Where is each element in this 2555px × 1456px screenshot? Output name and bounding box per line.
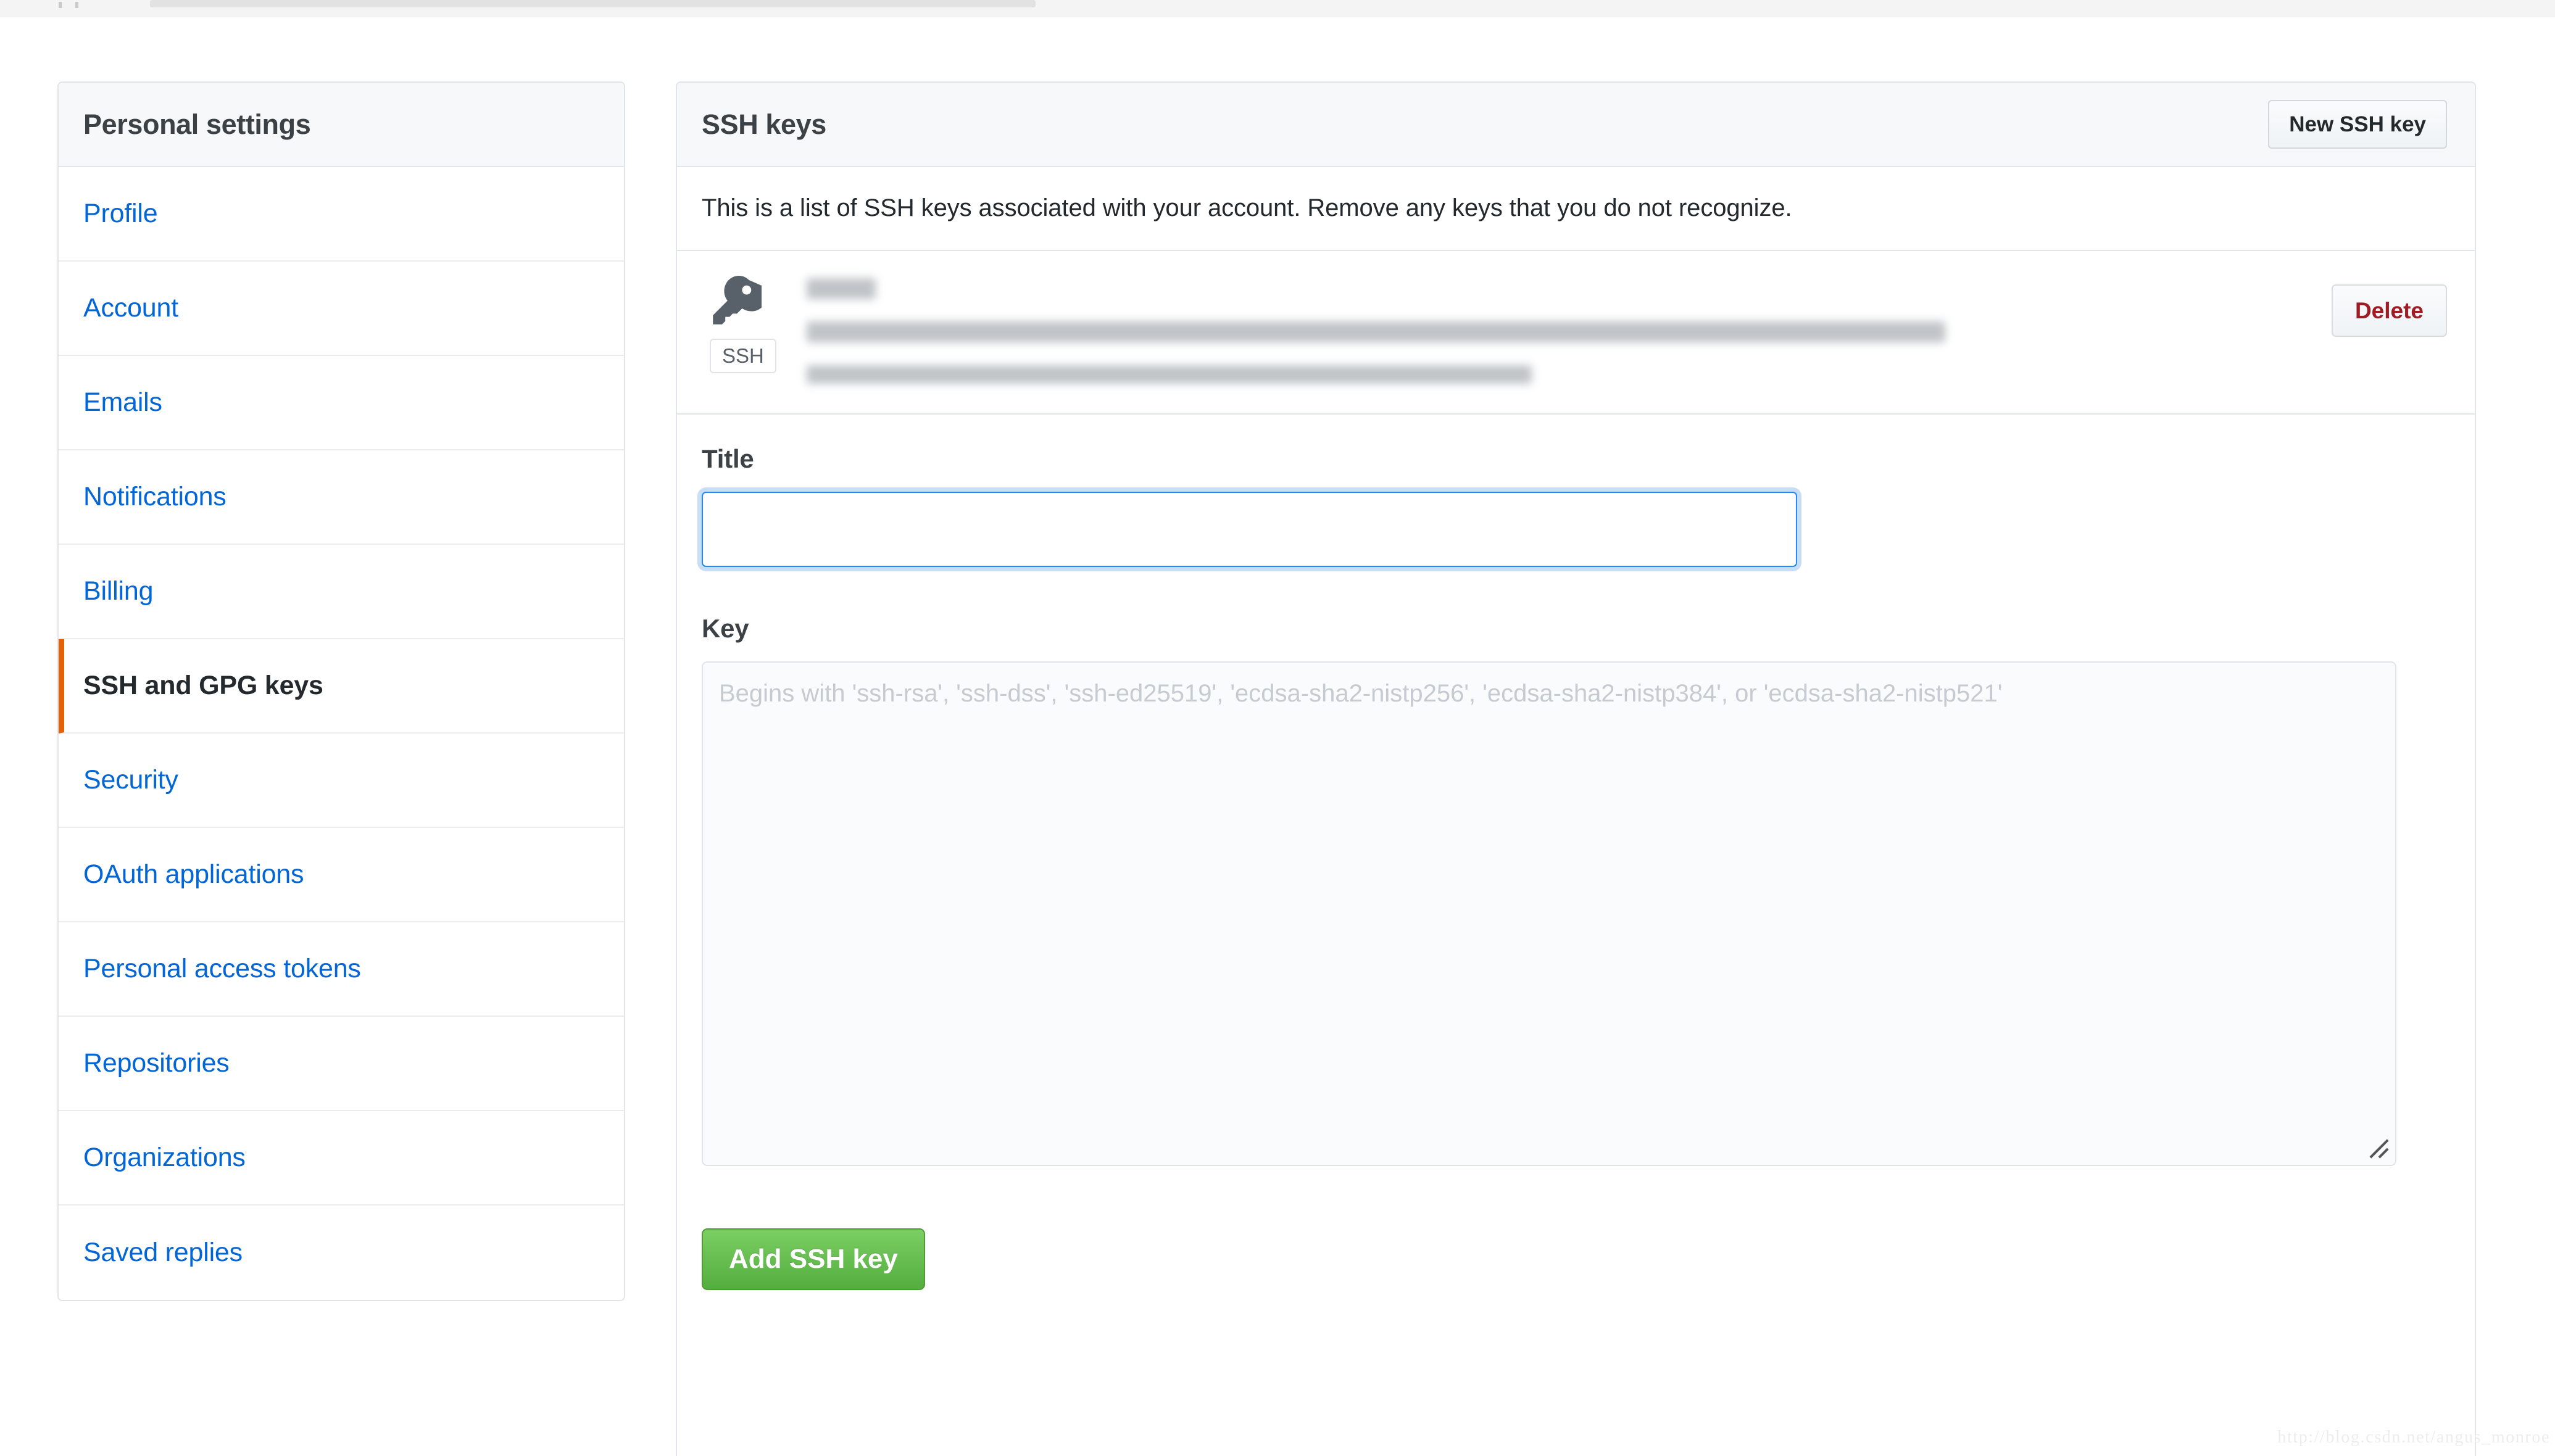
ssh-key-list-item: SSH Delete: [677, 251, 2475, 415]
title-input[interactable]: [702, 492, 1797, 567]
ssh-keys-panel-header: SSH keys New SSH key: [677, 83, 2475, 167]
sidebar-item-organizations[interactable]: Organizations: [59, 1111, 624, 1206]
sidebar-item-label: Emails: [83, 387, 162, 418]
new-ssh-key-button[interactable]: New SSH key: [2268, 100, 2447, 149]
ssh-keys-description: This is a list of SSH keys associated wi…: [677, 167, 2475, 251]
watermark-text: http://blog.csdn.net/angus_monroe: [2277, 1428, 2550, 1447]
sidebar-item-saved-replies[interactable]: Saved replies: [59, 1206, 624, 1300]
key-textarea[interactable]: [702, 661, 2396, 1166]
sidebar-item-notifications[interactable]: Notifications: [59, 450, 624, 545]
sidebar-item-label: Organizations: [83, 1143, 246, 1173]
sidebar-item-profile[interactable]: Profile: [59, 167, 624, 262]
ssh-key-details: [807, 276, 2332, 384]
sidebar-item-billing[interactable]: Billing: [59, 545, 624, 639]
delete-button[interactable]: Delete: [2332, 284, 2447, 337]
ssh-type-badge: SSH: [710, 339, 776, 373]
sidebar-item-label: Profile: [83, 199, 157, 229]
ssh-keys-panel: SSH keys New SSH key This is a list of S…: [676, 81, 2476, 1456]
ssh-key-title-redacted: [807, 278, 876, 299]
key-field-label: Key: [702, 614, 2447, 643]
add-ssh-key-button[interactable]: Add SSH key: [702, 1228, 925, 1290]
sidebar-header: Personal settings: [59, 83, 624, 167]
sidebar-item-security[interactable]: Security: [59, 734, 624, 828]
field-spacer: [702, 567, 2447, 614]
sidebar-item-label: Account: [83, 293, 178, 323]
browser-address-bar[interactable]: [150, 0, 1036, 7]
sidebar-item-label: Security: [83, 765, 178, 795]
sidebar-item-label: Repositories: [83, 1048, 230, 1078]
ssh-key-meta-redacted: [807, 365, 1532, 384]
sidebar-item-label: Saved replies: [83, 1238, 243, 1268]
sidebar-item-label: Billing: [83, 576, 153, 606]
sidebar-item-repositories[interactable]: Repositories: [59, 1017, 624, 1111]
sidebar-item-label: OAuth applications: [83, 859, 304, 890]
settings-page: Personal settings Profile Account Emails…: [0, 17, 2555, 1456]
browser-toolbar-icons: [59, 0, 96, 6]
key-icon: [710, 276, 762, 328]
sidebar-item-ssh-and-gpg-keys[interactable]: SSH and GPG keys: [59, 639, 624, 734]
sidebar-item-account[interactable]: Account: [59, 262, 624, 356]
page-title: SSH keys: [702, 109, 826, 141]
personal-settings-sidebar: Personal settings Profile Account Emails…: [57, 81, 625, 1301]
sidebar-item-emails[interactable]: Emails: [59, 356, 624, 450]
key-textarea-wrapper: [702, 661, 2396, 1166]
sidebar-item-personal-access-tokens[interactable]: Personal access tokens: [59, 922, 624, 1017]
sidebar-title: Personal settings: [83, 109, 310, 141]
ssh-key-icon-column: SSH: [705, 276, 807, 373]
sidebar-item-label: SSH and GPG keys: [83, 671, 323, 701]
new-ssh-key-form: Title Key Add SSH key: [677, 415, 2475, 1290]
sidebar-item-oauth-applications[interactable]: OAuth applications: [59, 828, 624, 922]
sidebar-item-label: Personal access tokens: [83, 954, 361, 984]
title-field-label: Title: [702, 444, 2447, 474]
sidebar-item-label: Notifications: [83, 482, 226, 512]
ssh-key-fingerprint-redacted: [807, 321, 1945, 342]
browser-chrome-strip: [0, 0, 2555, 19]
ssh-key-actions: Delete: [2332, 276, 2447, 337]
form-submit-row: Add SSH key: [702, 1169, 2447, 1290]
